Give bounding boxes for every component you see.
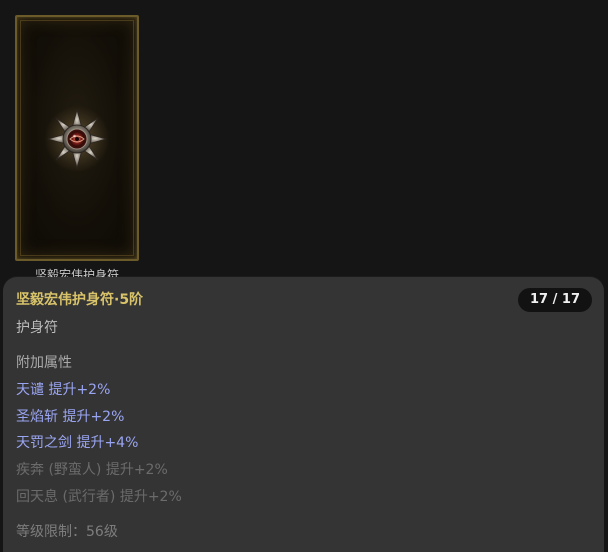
item-viewer: 坚毅宏伟护身符 坚毅宏伟护身符·5阶 17 / 17 护身符 附加属性 天谴 提…	[0, 0, 608, 552]
item-counter-badge: 17 / 17	[518, 288, 592, 312]
item-card[interactable]	[15, 15, 139, 261]
item-tooltip: 坚毅宏伟护身符·5阶 17 / 17 护身符 附加属性 天谴 提升+2% 圣焰斩…	[3, 277, 604, 552]
item-title: 坚毅宏伟护身符·5阶	[16, 292, 144, 308]
level-requirement: 等级限制：56级	[16, 524, 118, 540]
attribute-active: 圣焰斩 提升+2%	[16, 409, 125, 425]
item-type: 护身符	[16, 320, 58, 336]
attribute-inactive: 疾奔 (野蛮人) 提升+2%	[16, 462, 168, 478]
amulet-icon	[44, 106, 110, 172]
attribute-active: 天谴 提升+2%	[16, 382, 111, 398]
attributes-heading: 附加属性	[16, 355, 72, 371]
attribute-active: 天罚之剑 提升+4%	[16, 435, 139, 451]
attribute-inactive: 回天息 (武行者) 提升+2%	[16, 489, 182, 505]
